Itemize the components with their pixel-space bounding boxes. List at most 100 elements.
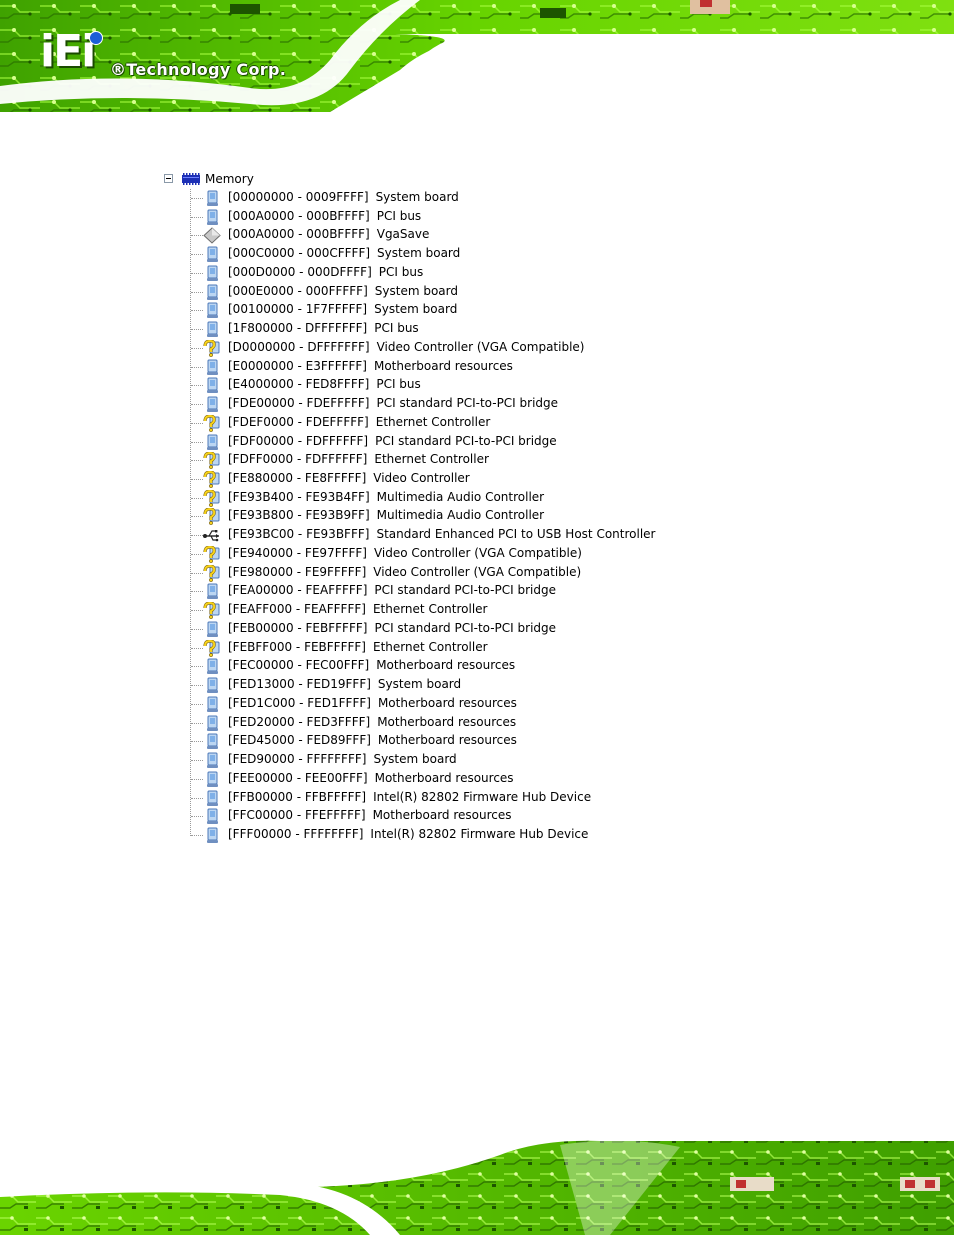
monitor-icon — [202, 715, 222, 732]
tree-item[interactable]: [000A0000 - 000BFFFF] PCI bus — [160, 208, 680, 227]
header-banner: iEi ®Technology Corp. — [0, 0, 954, 112]
monitor-icon — [202, 377, 222, 394]
memory-range: [E0000000 - E3FFFFFF] — [228, 358, 367, 373]
memory-range: [FFB00000 - FFBFFFFF] — [228, 789, 367, 804]
tree-item[interactable]: [FE880000 - FE8FFFFF] Video Controller — [160, 470, 680, 489]
tree-item[interactable]: [FE980000 - FE9FFFFF] Video Controller (V… — [160, 564, 680, 583]
memory-range: [000A0000 - 000BFFFF] — [228, 227, 370, 242]
memory-range: [FDF00000 - FDFFFFFF] — [228, 433, 369, 448]
tree-item[interactable]: [FE93B400 - FE93B4FF] Multimedia Audio Co… — [160, 489, 680, 508]
monitor-icon — [202, 808, 222, 825]
monitor-icon — [202, 583, 222, 600]
unknown-device-icon — [202, 414, 222, 432]
tree-item[interactable]: [1F800000 - DFFFFFFF] PCI bus — [160, 320, 680, 339]
tree-item[interactable]: [FED13000 - FED19FFF] System board — [160, 676, 680, 695]
tree-item[interactable]: [FED20000 - FED3FFFF] Motherboard resourc… — [160, 714, 680, 733]
tree-item[interactable]: [FFC00000 - FFEFFFFF] Motherboard resourc… — [160, 807, 680, 826]
tree-item[interactable]: [FED1C000 - FED1FFFF] Motherboard resourc… — [160, 695, 680, 714]
monitor-icon — [202, 396, 222, 413]
logo-dot-icon — [89, 31, 103, 45]
iei-logo: iEi — [40, 26, 96, 77]
device-description: Standard Enhanced PCI to USB Host Contro… — [376, 527, 656, 542]
tree-item[interactable]: [00100000 - 1F7FFFFF] System board — [160, 301, 680, 320]
monitor-icon — [202, 321, 222, 338]
tree-item[interactable]: [FED90000 - FFFFFFFF] System board — [160, 751, 680, 770]
memory-range: [FED20000 - FED3FFFF] — [228, 714, 371, 729]
device-description: Video Controller — [373, 471, 470, 486]
monitor-icon — [202, 359, 222, 376]
monitor-icon — [202, 790, 222, 807]
device-description: Video Controller (VGA Compatible) — [376, 339, 585, 354]
tree-item[interactable]: [000E0000 - 000FFFFF] System board — [160, 283, 680, 302]
monitor-icon — [202, 621, 222, 638]
tree-item[interactable]: [FFB00000 - FFBFFFFF] Intel(R) 82802 Firm… — [160, 789, 680, 808]
device-description: Motherboard resources — [377, 714, 517, 729]
device-description: System board — [374, 302, 458, 317]
monitor-icon — [202, 771, 222, 788]
device-description: Video Controller (VGA Compatible) — [373, 564, 582, 579]
monitor-icon — [202, 696, 222, 713]
collapse-icon[interactable] — [164, 174, 173, 183]
tree-item[interactable]: [FEE00000 - FEE00FFF] Motherboard resourc… — [160, 770, 680, 789]
footer-banner — [0, 1125, 954, 1235]
memory-range: [FED13000 - FED19FFF] — [228, 677, 371, 692]
monitor-icon — [202, 284, 222, 301]
memory-range: [FED45000 - FED89FFF] — [228, 733, 371, 748]
tree-item[interactable]: [000A0000 - 000BFFFF] VgaSave — [160, 226, 680, 245]
device-description: Motherboard resources — [377, 695, 517, 710]
tree-item[interactable]: [D0000000 - DFFFFFFF] Video Controller (V… — [160, 339, 680, 358]
memory-range: [FE980000 - FE9FFFFF] — [228, 564, 367, 579]
tree-item[interactable]: [E0000000 - E3FFFFFF] Motherboard resourc… — [160, 358, 680, 377]
memory-range: [FE93B800 - FE93B9FF] — [228, 508, 370, 523]
unknown-device-icon — [202, 507, 222, 526]
memory-range: [E4000000 - FED8FFFF] — [228, 377, 370, 392]
monitor-icon — [202, 658, 222, 675]
memory-range: [1F800000 - DFFFFFFF] — [228, 321, 368, 336]
tree-item[interactable]: [FFF00000 - FFFFFFFF] Intel(R) 82802 Firm… — [160, 826, 680, 845]
memory-range: [FEBFF000 - FEBFFFFF] — [228, 639, 366, 654]
tree-item[interactable]: [FDEF0000 - FDEFFFFF] Ethernet Controller — [160, 414, 680, 433]
tree-item[interactable]: [FDE00000 - FDEFFFFF] PCI standard PCI-to… — [160, 395, 680, 414]
memory-range: [FE93BC00 - FE93BFFF] — [228, 527, 370, 542]
tree-item[interactable]: [FEBFF000 - FEBFFFFF] Ethernet Controller — [160, 639, 680, 658]
tree-item[interactable]: [FDFF0000 - FDFFFFFF] Ethernet Controller — [160, 451, 680, 470]
device-description: Ethernet Controller — [372, 639, 488, 654]
unknown-device-icon — [202, 489, 222, 507]
device-description: Motherboard resources — [372, 808, 512, 823]
tree-item[interactable]: [000C0000 - 000CFFFF] System board — [160, 245, 680, 264]
tree-node-memory[interactable]: Memory — [160, 170, 680, 189]
tree-item[interactable]: [FE93BC00 - FE93BFFF] Standard Enhanced P… — [160, 526, 680, 545]
monitor-icon — [202, 827, 222, 844]
tree-item[interactable]: [E4000000 - FED8FFFF] PCI bus — [160, 376, 680, 395]
device-description: PCI standard PCI-to-PCI bridge — [374, 583, 556, 598]
memory-range: [FEE00000 - FEE00FFF] — [228, 770, 368, 785]
tree-item[interactable]: [FED45000 - FED89FFF] Motherboard resourc… — [160, 732, 680, 751]
memory-range: [FFC00000 - FFEFFFFF] — [228, 808, 366, 823]
monitor-icon — [202, 209, 222, 226]
tree-item[interactable]: [FEA00000 - FEAFFFFF] PCI standard PCI-to… — [160, 582, 680, 601]
memory-range: [FED1C000 - FED1FFFF] — [228, 695, 371, 710]
tree-item[interactable]: [00000000 - 0009FFFF] System board — [160, 189, 680, 208]
tree-item[interactable]: [FEC00000 - FEC00FFF] Motherboard resourc… — [160, 657, 680, 676]
memory-range: [FEB00000 - FEBFFFFF] — [228, 620, 368, 635]
device-description: System board — [377, 246, 461, 261]
tree-item[interactable]: [FEAFF000 - FEAFFFFF] Ethernet Controller — [160, 601, 680, 620]
tree-item[interactable]: [FDF00000 - FDFFFFFF] PCI standard PCI-to… — [160, 433, 680, 452]
device-description: PCI bus — [376, 377, 421, 392]
diamond-icon — [202, 227, 222, 245]
device-description: PCI bus — [378, 264, 424, 279]
tree-item[interactable]: [FE940000 - FE97FFFF] Video Controller (V… — [160, 545, 680, 564]
memory-range: [D0000000 - DFFFFFFF] — [228, 339, 370, 354]
memory-resource-list: [00000000 - 0009FFFF] System board [000A00… — [160, 189, 680, 845]
device-description: Ethernet Controller — [375, 414, 491, 429]
device-description: Intel(R) 82802 Firmware Hub Device — [373, 789, 592, 804]
circuit-board-header-graphic — [0, 0, 954, 112]
unknown-device-icon — [202, 339, 222, 357]
tree-item[interactable]: [FE93B800 - FE93B9FF] Multimedia Audio Co… — [160, 507, 680, 526]
company-name: ®Technology Corp. — [110, 60, 287, 79]
tree-item[interactable]: [000D0000 - 000DFFFF] PCI bus — [160, 264, 680, 283]
device-description: PCI bus — [374, 321, 419, 336]
tree-item[interactable]: [FEB00000 - FEBFFFFF] PCI standard PCI-to… — [160, 620, 680, 639]
device-description: System board — [374, 283, 458, 298]
monitor-icon — [202, 677, 222, 694]
